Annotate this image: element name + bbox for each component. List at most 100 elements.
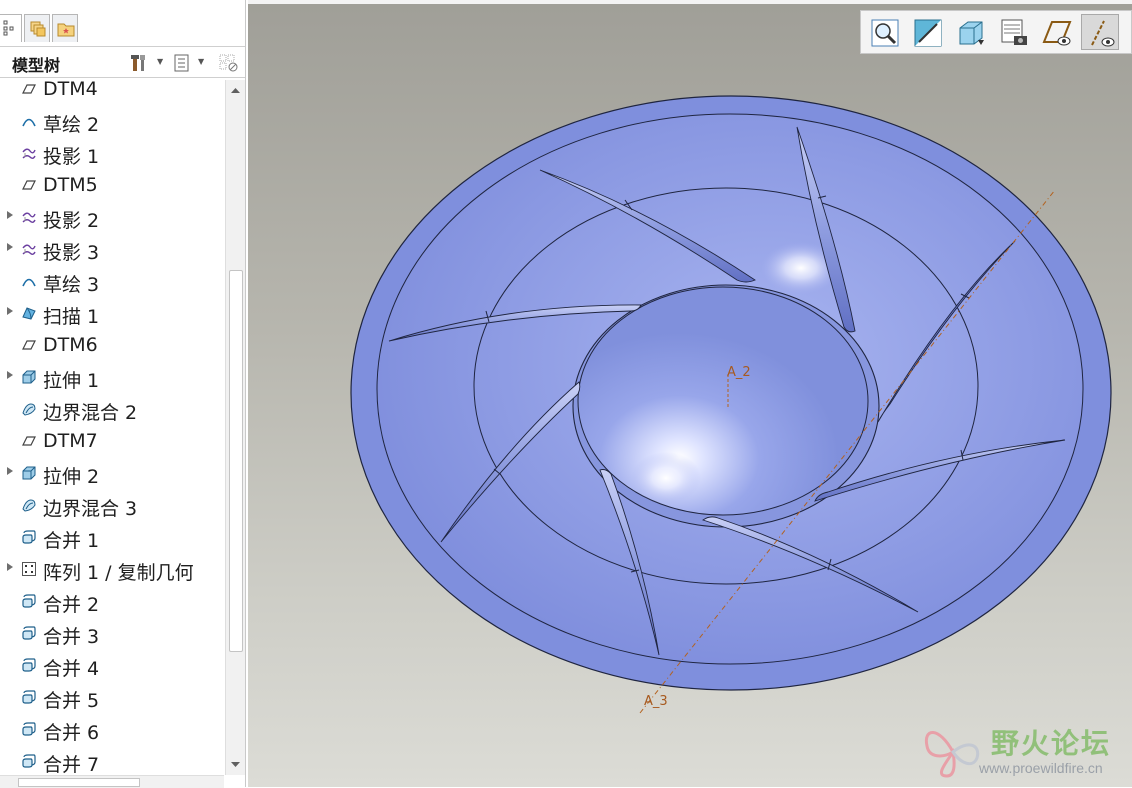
- tree-item[interactable]: 合并 1: [0, 520, 224, 552]
- tree-item-label: DTM7: [43, 430, 98, 452]
- model-tree-list: DTM4 草绘 2 投影 1 DTM5 投影 2 投影 3 草绘 3 扫描 1 DTM6 拉伸 1…: [0, 80, 224, 775]
- tree-item-label: 投影 1: [43, 146, 100, 168]
- tree-item-label: 合并 4: [43, 658, 100, 680]
- scroll-thumb[interactable]: [229, 270, 243, 652]
- plane-display-button[interactable]: [1038, 14, 1076, 50]
- model-tree-header: 模型树 ▼ ▼: [0, 46, 245, 78]
- tools-icon: [131, 55, 145, 71]
- tree-item-label: 合并 6: [43, 722, 100, 744]
- expand-arrow-icon[interactable]: [7, 563, 13, 571]
- boundary-blend-icon: [21, 401, 37, 417]
- tree-item-label: 拉伸 2: [43, 466, 100, 488]
- horizontal-scroll-thumb[interactable]: [18, 778, 140, 787]
- merge-icon: [21, 689, 37, 705]
- tree-item-label: 合并 2: [43, 594, 100, 616]
- model-tree-panel: 模型树 ▼ ▼ DTM4 草绘 2 投影 1 DTM5 投影 2 投影 3 草绘…: [0, 0, 246, 788]
- tree-item-label: 草绘 2: [43, 114, 100, 136]
- expand-arrow-icon[interactable]: [7, 371, 13, 379]
- boundary-blend-icon: [21, 497, 37, 513]
- tree-item[interactable]: DTM4: [0, 80, 224, 104]
- butterfly-logo-icon: [924, 731, 980, 778]
- view-manager-icon: [1001, 19, 1027, 45]
- layers-icon: [30, 21, 46, 37]
- extrude-icon: [21, 369, 37, 385]
- layers-tab[interactable]: [24, 14, 50, 42]
- scroll-up-button[interactable]: [226, 82, 245, 99]
- tree-item[interactable]: DTM7: [0, 424, 224, 456]
- repaint-button[interactable]: [909, 14, 947, 50]
- merge-icon: [21, 625, 37, 641]
- tree-settings-button[interactable]: ▼: [130, 53, 166, 73]
- fan-impeller-model[interactable]: [248, 4, 1132, 787]
- merge-icon: [21, 593, 37, 609]
- tree-item[interactable]: 合并 2: [0, 584, 224, 616]
- repaint-icon: [914, 19, 942, 47]
- tree-item[interactable]: 边界混合 3: [0, 488, 224, 520]
- datum-plane-icon: [21, 177, 37, 193]
- expand-arrow-icon[interactable]: [7, 307, 13, 315]
- favorites-tab[interactable]: [52, 14, 78, 42]
- tree-item-label: DTM5: [43, 174, 98, 196]
- saved-views-button[interactable]: [952, 14, 990, 50]
- watermark-title: 野火论坛: [991, 727, 1112, 760]
- tree-filter-button[interactable]: [218, 53, 242, 73]
- list-icon: [174, 54, 189, 72]
- tree-item-label: 边界混合 2: [43, 402, 138, 424]
- merge-icon: [21, 529, 37, 545]
- tree-item-label: DTM6: [43, 334, 98, 356]
- merge-icon: [21, 657, 37, 673]
- tree-item[interactable]: DTM5: [0, 168, 224, 200]
- expand-arrow-icon[interactable]: [7, 467, 13, 475]
- tree-item[interactable]: 扫描 1: [0, 296, 224, 328]
- tree-item[interactable]: 拉伸 1: [0, 360, 224, 392]
- projection-icon: [21, 209, 37, 225]
- arrow-down-icon: [231, 762, 240, 767]
- tree-item[interactable]: DTM6: [0, 328, 224, 360]
- axis-label-a3: A_3: [644, 694, 668, 709]
- tree-item-label: 合并 7: [43, 754, 100, 775]
- tree-item[interactable]: 合并 4: [0, 648, 224, 680]
- tree-item[interactable]: 草绘 3: [0, 264, 224, 296]
- expand-arrow-icon[interactable]: [7, 243, 13, 251]
- expand-arrow-icon[interactable]: [7, 211, 13, 219]
- tree-item[interactable]: 合并 7: [0, 744, 224, 775]
- tree-item-label: 合并 3: [43, 626, 100, 648]
- vertical-scrollbar[interactable]: [225, 80, 245, 775]
- view-manager-button[interactable]: [995, 14, 1033, 50]
- model-tree-tab[interactable]: [0, 14, 22, 42]
- tree-item-label: DTM4: [43, 80, 98, 100]
- tree-item[interactable]: 合并 3: [0, 616, 224, 648]
- axis-label-a2: A_2: [727, 365, 751, 380]
- tree-item-label: 草绘 3: [43, 274, 100, 296]
- tree-item-label: 阵列 1 / 复制几何: [43, 562, 194, 584]
- axis-display-button[interactable]: [1081, 14, 1119, 50]
- tree-item[interactable]: 合并 5: [0, 680, 224, 712]
- tree-item[interactable]: 拉伸 2: [0, 456, 224, 488]
- tree-item[interactable]: 边界混合 2: [0, 392, 224, 424]
- tree-item-label: 边界混合 3: [43, 498, 138, 520]
- arrow-up-icon: [231, 88, 240, 93]
- tree-item[interactable]: 草绘 2: [0, 104, 224, 136]
- tree-item[interactable]: 阵列 1 / 复制几何: [0, 552, 224, 584]
- tree-item[interactable]: 合并 6: [0, 712, 224, 744]
- chevron-down-icon: ▼: [198, 57, 205, 66]
- tree-item[interactable]: 投影 3: [0, 232, 224, 264]
- zoom-icon: [871, 19, 899, 47]
- tree-item-label: 投影 2: [43, 210, 100, 232]
- tree-item[interactable]: 投影 2: [0, 200, 224, 232]
- tree-show-button[interactable]: ▼: [172, 53, 208, 73]
- filter-icon: [219, 54, 238, 72]
- datum-plane-icon: [21, 433, 37, 449]
- forum-watermark: 野火论坛 www.proewildfire.cn: [921, 718, 1126, 782]
- tree-item[interactable]: 投影 1: [0, 136, 224, 168]
- horizontal-scrollbar[interactable]: [0, 775, 224, 788]
- scroll-down-button[interactable]: [226, 756, 245, 773]
- graphics-viewport[interactable]: A_2 A_3: [248, 4, 1132, 787]
- tree-item-label: 合并 5: [43, 690, 100, 712]
- watermark-url: www.proewildfire.cn: [979, 760, 1103, 776]
- model-tree-title: 模型树: [12, 56, 61, 75]
- zoom-button[interactable]: [866, 14, 904, 50]
- projection-icon: [21, 145, 37, 161]
- datum-plane-icon: [21, 81, 37, 97]
- sweep-icon: [21, 305, 37, 321]
